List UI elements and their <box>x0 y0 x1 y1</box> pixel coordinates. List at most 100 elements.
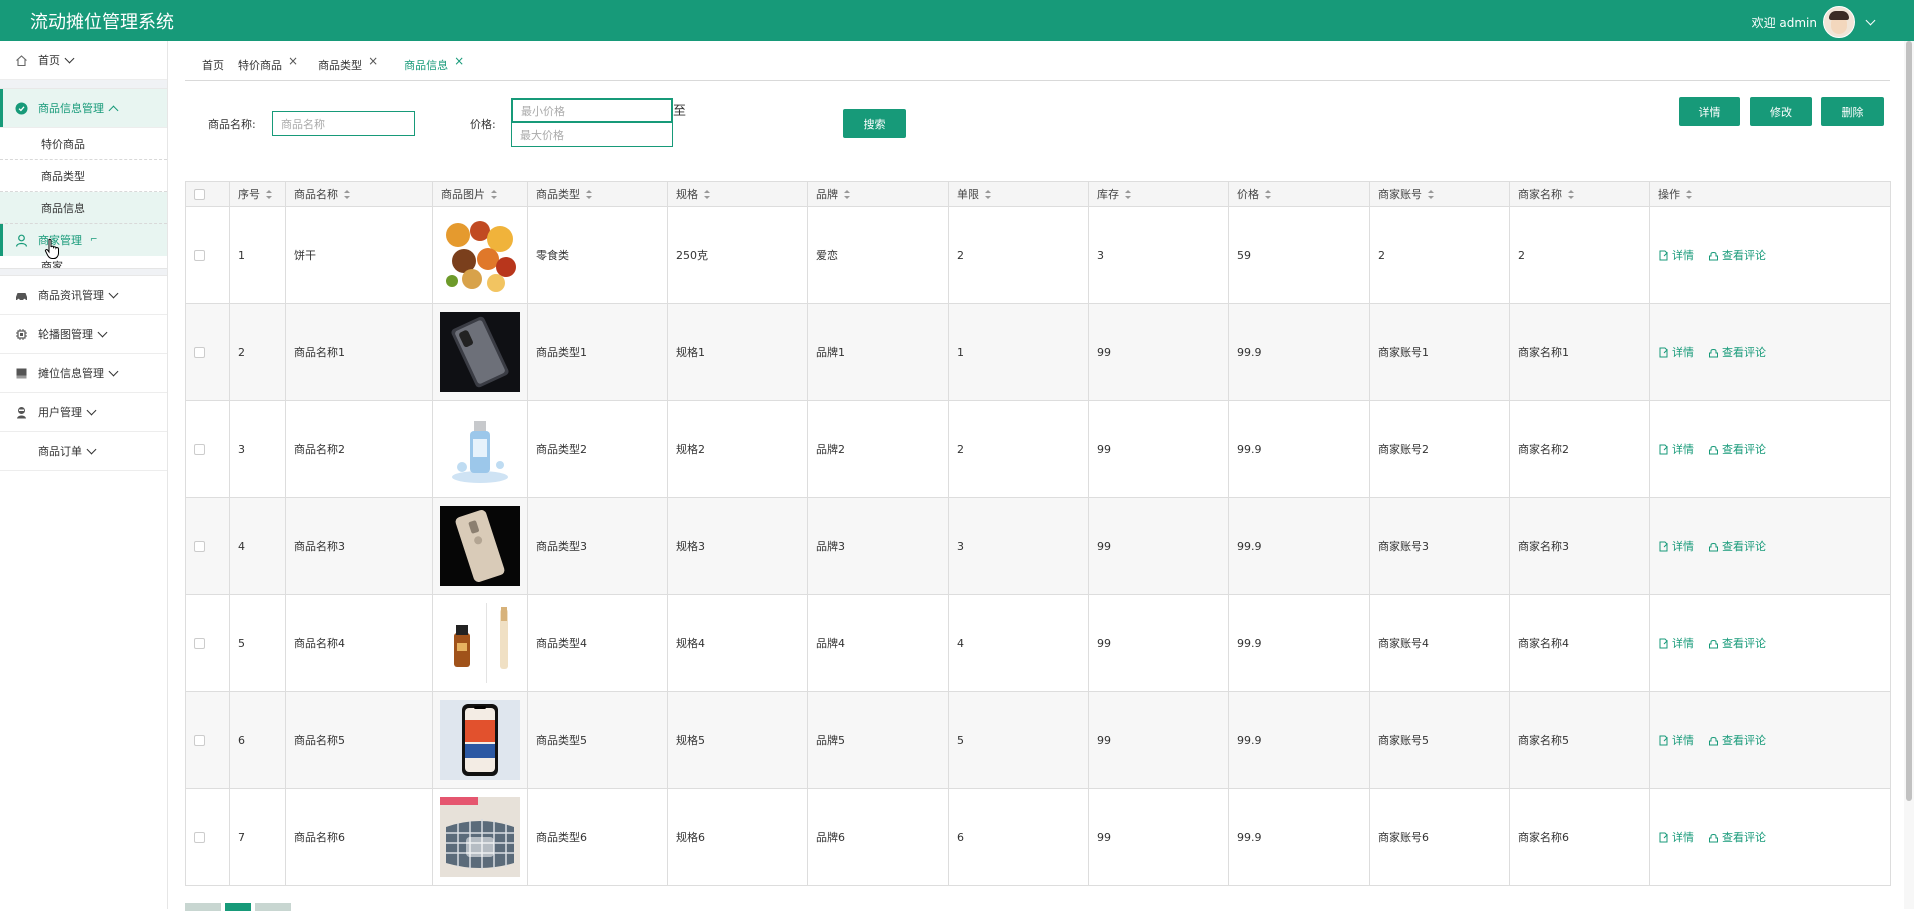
table-row[interactable]: 6 商品名称5 商品类型5 规格5 品牌5 5 99 99.9 商家账号5 商家名称5 详情 查看评论 <box>186 692 1891 789</box>
delete-button[interactable]: 删除 <box>1821 97 1884 126</box>
chevron-down-icon[interactable] <box>1865 15 1876 25</box>
next-page-button[interactable] <box>255 903 291 911</box>
col-header[interactable]: 品牌 <box>808 182 949 207</box>
cell-brand: 品牌6 <box>808 789 949 886</box>
close-icon[interactable]: × <box>454 54 464 68</box>
row-detail-link[interactable]: 详情 <box>1658 635 1694 651</box>
cell-account: 商家账号2 <box>1370 401 1510 498</box>
table-row[interactable]: 3 商品名称2 商品类型2 规格2 品牌2 2 99 99.9 商家账号2 商家名称2 详情 查看评论 <box>186 401 1891 498</box>
table-row[interactable]: 5 商品名称4 商品类型4 规格4 品牌4 4 99 99.9 商家账号4 商家名称4 详情 查看评论 <box>186 595 1891 692</box>
col-header[interactable]: 商家名称 <box>1510 182 1650 207</box>
table-row[interactable]: 2 商品名称1 商品类型1 规格1 品牌1 1 99 99.9 商家账号1 商家名称1 详情 查看评论 <box>186 304 1891 401</box>
row-checkbox-cell[interactable] <box>186 498 230 595</box>
row-checkbox[interactable] <box>194 346 205 358</box>
row-detail-label: 详情 <box>1672 249 1694 262</box>
avatar[interactable] <box>1823 6 1855 38</box>
row-checkbox-cell[interactable] <box>186 692 230 789</box>
row-checkbox-cell[interactable] <box>186 304 230 401</box>
table-row[interactable]: 7 商品名称6 商品类型6 规格6 品牌6 6 99 99.9 商家账号6 商家名称6 详情 查看评论 <box>186 789 1891 886</box>
cell-account: 商家账号1 <box>1370 304 1510 401</box>
name-search-input[interactable]: 商品名称 <box>272 111 415 136</box>
row-detail-link[interactable]: 详情 <box>1658 829 1694 845</box>
row-detail-link[interactable]: 详情 <box>1658 538 1694 554</box>
cell-type: 商品类型1 <box>528 304 668 401</box>
row-checkbox-cell[interactable] <box>186 789 230 886</box>
row-comment-link[interactable]: 查看评论 <box>1708 732 1766 748</box>
row-comment-link[interactable]: 查看评论 <box>1708 441 1766 457</box>
cell-brand: 品牌4 <box>808 595 949 692</box>
col-header[interactable]: 价格 <box>1229 182 1370 207</box>
tab-type[interactable]: 商品类型 × <box>306 50 386 80</box>
row-checkbox[interactable] <box>194 734 205 746</box>
sidebar-item-label: 摊位信息管理 <box>38 367 104 380</box>
col-header[interactable]: 商品图片 <box>433 182 528 207</box>
table-row[interactable]: 1 饼干 零食类 250克 爱恋 2 3 59 2 2 详情 查看评论 <box>186 207 1891 304</box>
row-detail-link[interactable]: 详情 <box>1658 732 1694 748</box>
row-detail-link[interactable]: 详情 <box>1658 441 1694 457</box>
page-button[interactable] <box>225 903 251 911</box>
chevron-down-icon <box>97 327 108 337</box>
search-button[interactable]: 搜索 <box>843 109 906 138</box>
row-comment-link[interactable]: 查看评论 <box>1708 344 1766 360</box>
sidebar-item-orders[interactable]: 商品订单 <box>0 432 167 471</box>
row-checkbox[interactable] <box>194 249 205 261</box>
col-header[interactable]: 商品名称 <box>286 182 433 207</box>
max-price-input[interactable]: 最大价格 <box>511 122 673 147</box>
tab-special[interactable]: 特价商品 × <box>232 50 306 80</box>
sidebar-subitem-type[interactable]: 商品类型 <box>0 160 167 192</box>
col-header[interactable]: 商家账号 <box>1370 182 1510 207</box>
user-menu[interactable]: 欢迎 admin <box>1752 6 1876 38</box>
row-checkbox[interactable] <box>194 443 205 455</box>
sidebar-subitem-info[interactable]: 商品信息 <box>0 192 167 224</box>
col-header[interactable]: 商品类型 <box>528 182 668 207</box>
prev-page-button[interactable] <box>185 903 221 911</box>
col-header[interactable]: 单限 <box>949 182 1089 207</box>
detail-button[interactable]: 详情 <box>1679 97 1740 126</box>
row-checkbox-cell[interactable] <box>186 595 230 692</box>
close-icon[interactable]: × <box>368 54 378 68</box>
select-all-checkbox[interactable] <box>194 188 205 200</box>
tab-home[interactable]: 首页 <box>185 50 232 80</box>
row-comment-link[interactable]: 查看评论 <box>1708 635 1766 651</box>
cell-stock: 99 <box>1089 789 1229 886</box>
sidebar-subitem-merchant-partial[interactable]: 商家 <box>0 256 167 269</box>
sidebar-item-carousel[interactable]: 轮播图管理 <box>0 315 167 354</box>
car-icon <box>14 288 28 302</box>
cell-merchant: 商家名称3 <box>1510 498 1650 595</box>
col-header[interactable]: 库存 <box>1089 182 1229 207</box>
row-checkbox[interactable] <box>194 831 205 843</box>
sidebar-item-stall[interactable]: 摊位信息管理 <box>0 354 167 393</box>
col-header[interactable]: 操作 <box>1650 182 1891 207</box>
table-row[interactable]: 4 商品名称3 商品类型3 规格3 品牌3 3 99 99.9 商家账号3 商家名称3 详情 查看评论 <box>186 498 1891 595</box>
col-header[interactable]: 规格 <box>668 182 808 207</box>
chip-icon <box>14 327 28 341</box>
cell-no: 4 <box>230 498 286 595</box>
row-checkbox-cell[interactable] <box>186 401 230 498</box>
row-comment-link[interactable]: 查看评论 <box>1708 247 1766 263</box>
loading-indicator: ⌐ <box>90 235 98 245</box>
sidebar-item-home[interactable]: 首页 <box>0 41 167 80</box>
close-icon[interactable]: × <box>288 54 298 68</box>
sidebar-item-users[interactable]: 用户管理 <box>0 393 167 432</box>
sidebar-item-product-info[interactable]: 商品信息管理 <box>0 89 167 128</box>
tab-info[interactable]: 商品信息 × <box>386 50 472 80</box>
row-comment-link[interactable]: 查看评论 <box>1708 538 1766 554</box>
row-comment-link[interactable]: 查看评论 <box>1708 829 1766 845</box>
sidebar-subitem-special[interactable]: 特价商品 <box>0 128 167 160</box>
scrollbar-thumb[interactable] <box>1906 41 1912 801</box>
blank-icon <box>14 444 28 458</box>
row-checkbox[interactable] <box>194 637 205 649</box>
divider <box>0 269 167 276</box>
row-checkbox-cell[interactable] <box>186 207 230 304</box>
row-actions: 详情 查看评论 <box>1650 304 1891 401</box>
row-detail-link[interactable]: 详情 <box>1658 247 1694 263</box>
cell-type: 商品类型2 <box>528 401 668 498</box>
sidebar-item-merchant[interactable]: 商家管理 ⌐ <box>0 224 167 259</box>
row-detail-link[interactable]: 详情 <box>1658 344 1694 360</box>
col-header[interactable]: 序号 <box>230 182 286 207</box>
edit-button[interactable]: 修改 <box>1750 97 1812 126</box>
select-all-checkbox-cell[interactable] <box>186 182 230 207</box>
min-price-input[interactable]: 最小价格 <box>511 98 673 122</box>
sidebar-item-news[interactable]: 商品资讯管理 <box>0 276 167 315</box>
row-checkbox[interactable] <box>194 540 205 552</box>
